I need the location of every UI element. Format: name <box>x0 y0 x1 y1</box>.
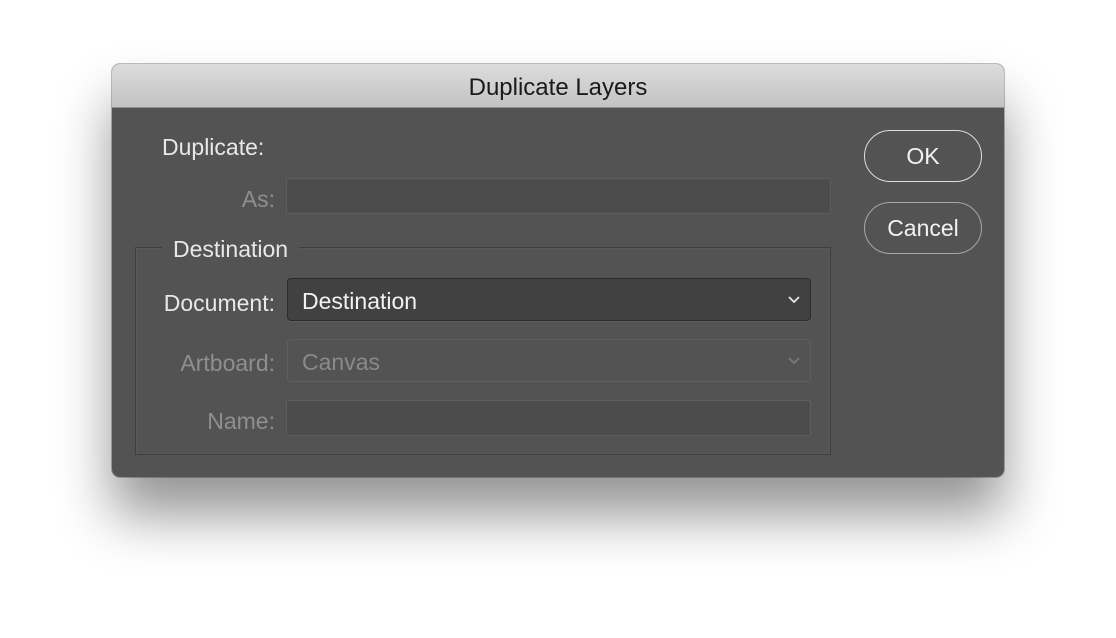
as-field[interactable] <box>286 178 831 214</box>
name-field[interactable] <box>286 400 811 436</box>
document-select[interactable]: Destination <box>287 278 811 321</box>
artboard-label: Artboard: <box>180 350 275 376</box>
chevron-down-icon <box>788 357 800 365</box>
document-select-value: Destination <box>302 288 418 314</box>
dialog-title: Duplicate Layers <box>468 74 648 101</box>
artboard-select-value: Canvas <box>302 349 380 375</box>
as-label: As: <box>241 186 275 212</box>
duplicate-layers-dialog: Duplicate Layers Duplicate: As: Destinat… <box>112 64 1004 477</box>
ok-button[interactable]: OK <box>864 130 982 182</box>
name-label: Name: <box>207 408 275 434</box>
destination-legend: Destination <box>162 236 300 263</box>
dialog-titlebar[interactable]: Duplicate Layers <box>112 64 1004 108</box>
artboard-select[interactable]: Canvas <box>287 339 811 382</box>
chevron-down-icon <box>788 296 800 304</box>
document-label: Document: <box>163 290 275 316</box>
cancel-button[interactable]: Cancel <box>864 202 982 254</box>
screen: Duplicate Layers Duplicate: As: Destinat… <box>0 0 1116 638</box>
duplicate-label: Duplicate: <box>162 134 265 160</box>
